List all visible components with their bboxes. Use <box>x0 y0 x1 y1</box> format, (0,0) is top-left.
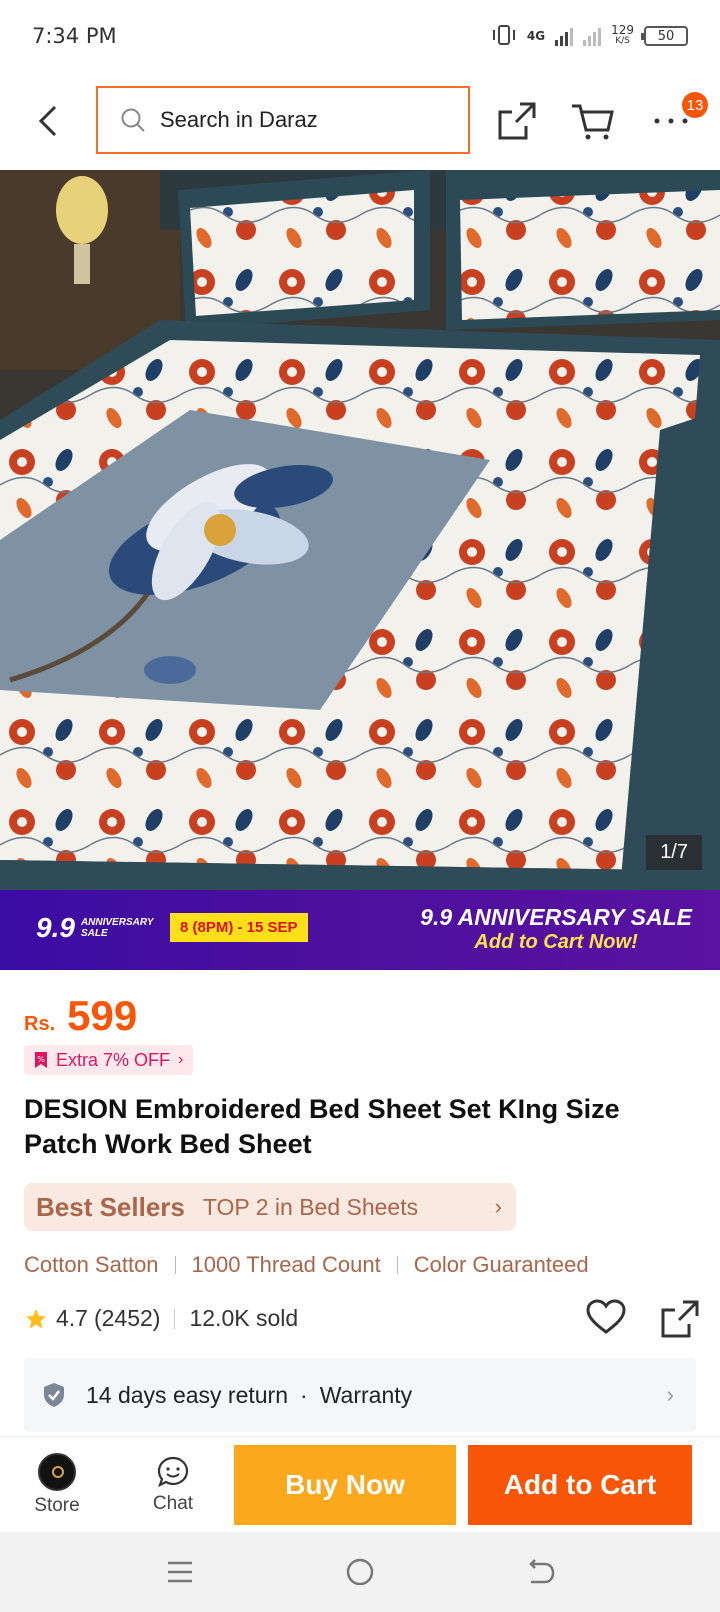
share-icon <box>498 102 536 140</box>
divider <box>396 1256 398 1274</box>
banner-headline: 9.9 ANNIVERSARY SALE Add to Cart Now! <box>420 904 692 954</box>
price: Rs. 599 <box>24 992 137 1040</box>
banner-logo: 9.9 ANNIVERSARY SALE <box>36 912 163 944</box>
chat-label: Chat <box>152 1493 194 1514</box>
product-title: DESION Embroidered Bed Sheet Set KIng Si… <box>24 1094 620 1159</box>
rating-row: 4.7 (2452) 12.0K sold <box>24 1299 700 1338</box>
chat-button[interactable]: Chat <box>140 1437 206 1533</box>
cart-button[interactable] <box>568 96 618 146</box>
add-to-cart-button[interactable]: Add to Cart <box>468 1445 692 1525</box>
bottom-action-bar: Store Chat Buy Now Add to Cart <box>0 1436 720 1532</box>
bedsheet-image <box>0 170 720 890</box>
home-circle-icon <box>346 1558 374 1586</box>
share-button[interactable] <box>492 96 542 146</box>
share-icon <box>661 1300 699 1338</box>
product-actions <box>586 1299 700 1345</box>
home-button[interactable] <box>340 1552 380 1592</box>
sale-banner[interactable]: 9.9 ANNIVERSARY SALE 8 (8PM) - 15 SEP 9.… <box>0 890 720 970</box>
store-label: Store <box>34 1495 80 1516</box>
price-currency: Rs. <box>24 1013 56 1035</box>
menu-icon <box>168 1561 192 1583</box>
shield-icon <box>44 1383 64 1407</box>
chevron-right-icon: › <box>494 1194 502 1219</box>
price-value: 599 <box>67 992 138 1039</box>
voucher-icon: % <box>35 1052 47 1068</box>
net-speed-value: 129 <box>611 23 634 37</box>
divider <box>174 1308 176 1329</box>
store-logo-icon <box>38 1453 76 1491</box>
sold-count: 12.0K sold <box>189 1305 299 1331</box>
buy-now-button[interactable]: Buy Now <box>234 1445 456 1525</box>
chevron-left-icon <box>38 105 57 137</box>
banner-title: 9.9 ANNIVERSARY SALE <box>420 904 692 930</box>
feature-item: 1000 Thread Count <box>191 1252 381 1277</box>
store-button[interactable]: Store <box>24 1437 90 1533</box>
rating-count[interactable]: (2452) <box>94 1305 160 1332</box>
best-seller-rank: TOP 2 in Bed Sheets <box>202 1193 419 1220</box>
top-nav: Search in Daraz 13 <box>0 72 720 170</box>
cart-count-badge: 13 <box>682 92 708 118</box>
divider <box>174 1256 176 1274</box>
wishlist-button[interactable] <box>586 1299 626 1345</box>
banner-subtitle: Add to Cart Now! <box>474 931 638 953</box>
promo-text: Extra 7% OFF <box>56 1049 171 1070</box>
star-icon <box>26 1308 46 1328</box>
back-button[interactable] <box>28 96 68 146</box>
status-time: 7:34 PM <box>32 24 117 48</box>
search-icon <box>121 108 145 132</box>
search-placeholder: Search in Daraz <box>160 107 318 132</box>
svg-text:%: % <box>37 1055 45 1064</box>
cart-icon <box>572 104 614 140</box>
product-image[interactable]: 1/7 <box>0 170 720 890</box>
banner-date: 8 (8PM) - 15 SEP <box>170 913 308 942</box>
chevron-right-icon: › <box>178 1051 184 1068</box>
net-speed: 129 K/S <box>611 23 634 47</box>
battery-icon: 50 <box>641 26 688 46</box>
feature-item: Cotton Satton <box>24 1252 159 1277</box>
share-product-button[interactable] <box>660 1299 700 1345</box>
best-seller-row[interactable]: Best Sellers TOP 2 in Bed Sheets › <box>24 1183 516 1231</box>
system-nav-bar <box>0 1532 720 1612</box>
signal-icon <box>555 26 574 46</box>
more-icon <box>654 118 688 124</box>
menu-button[interactable] <box>160 1552 200 1592</box>
chat-icon <box>157 1456 189 1488</box>
banner-logo-number: 9.9 <box>36 912 75 943</box>
best-seller-label: Best Sellers <box>36 1191 185 1222</box>
vibrate-icon <box>491 24 517 49</box>
search-input[interactable]: Search in Daraz <box>96 86 470 154</box>
network-type: 4G <box>526 29 546 43</box>
status-bar: 7:34 PM 4G 129 K/S 50 <box>0 0 720 72</box>
status-icons: 4G 129 K/S 50 <box>491 24 688 49</box>
return-policy-row[interactable]: 14 days easy return · Warranty › <box>24 1358 696 1432</box>
chevron-right-icon: › <box>666 1382 674 1407</box>
system-back-button[interactable] <box>520 1552 560 1592</box>
heart-icon <box>586 1299 626 1334</box>
feature-item: Color Guaranteed <box>413 1252 589 1277</box>
feature-list: Cotton Satton 1000 Thread Count Color Gu… <box>24 1252 589 1278</box>
promo-tag[interactable]: % Extra 7% OFF › <box>24 1045 194 1075</box>
warranty-text: Warranty <box>319 1381 413 1408</box>
signal-2-icon <box>583 26 602 46</box>
image-counter: 1/7 <box>646 835 702 870</box>
net-speed-unit: K/S <box>615 36 630 46</box>
return-policy-text: 14 days easy return <box>86 1381 289 1408</box>
rating-value[interactable]: 4.7 <box>56 1305 88 1332</box>
back-arrow-icon <box>529 1559 555 1584</box>
separator-dot: · <box>300 1381 308 1408</box>
banner-logo-text: ANNIVERSARY SALE <box>80 917 154 939</box>
